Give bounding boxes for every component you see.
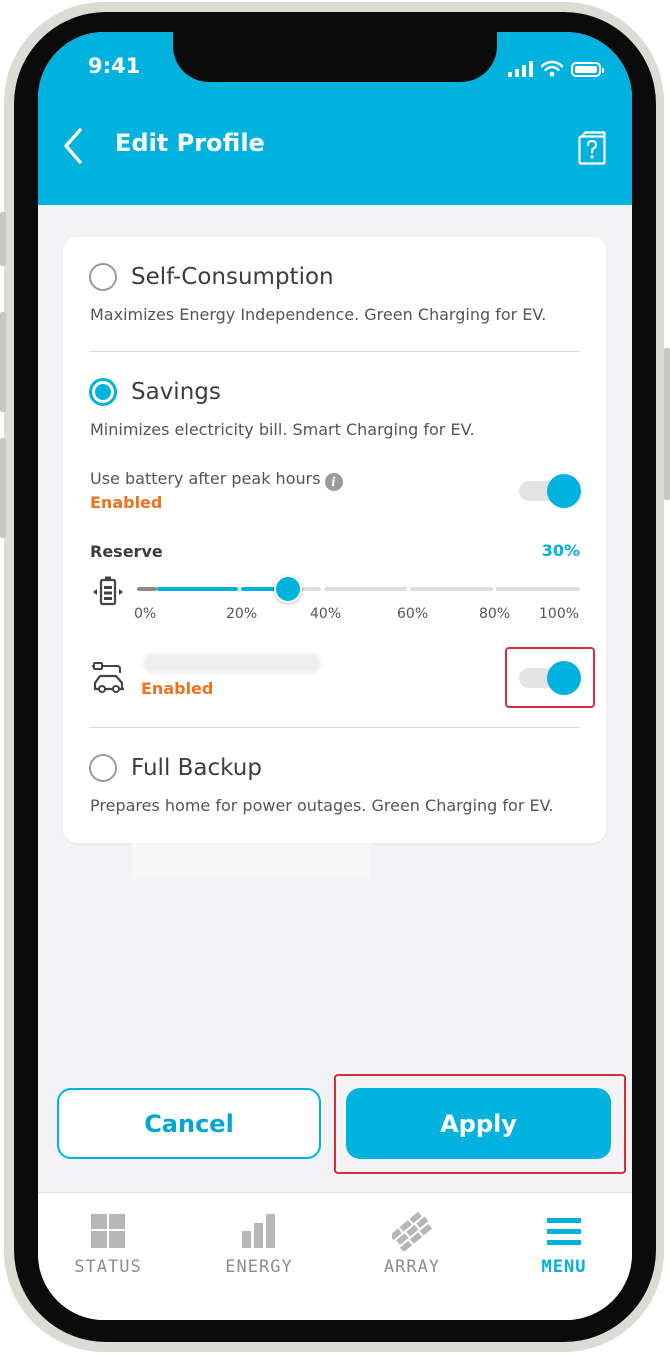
slider-tick: 40% (310, 606, 342, 622)
option-description: Maximizes Energy Independence. Green Cha… (90, 305, 547, 324)
profile-card: Self-Consumption Maximizes Energy Indepe… (63, 237, 606, 843)
battery-after-peak-toggle[interactable] (519, 474, 581, 508)
tab-menu[interactable]: MENU (494, 1193, 632, 1293)
status-icons (508, 60, 604, 77)
ev-charger-toggle[interactable] (519, 661, 581, 695)
app-header: 9:41 Edit Profile (38, 32, 632, 205)
divider (89, 727, 580, 728)
option-title: Full Backup (131, 755, 262, 781)
ev-charger-icon (92, 662, 124, 693)
radio-full-backup[interactable] (89, 754, 117, 782)
wifi-icon (541, 60, 563, 77)
slider-tick: 80% (479, 606, 511, 622)
slider-fill (157, 587, 238, 591)
reserve-slider[interactable] (137, 574, 580, 604)
tab-status[interactable]: STATUS (38, 1193, 178, 1293)
slider-track (496, 587, 580, 591)
toggle-knob (547, 474, 581, 508)
option-savings[interactable]: Savings (89, 378, 221, 406)
power-button (664, 348, 670, 500)
option-title: Savings (131, 379, 221, 405)
volume-up-button (0, 312, 6, 412)
solar-array-icon (392, 1211, 432, 1251)
option-full-backup[interactable]: Full Backup (89, 754, 262, 782)
tab-label: STATUS (74, 1257, 142, 1277)
slider-tick: 100% (539, 606, 580, 622)
tab-label: MENU (541, 1257, 587, 1277)
bottom-tab-bar: STATUS ENERGY ARRAY MENU (38, 1192, 632, 1320)
battery-icon (571, 62, 604, 77)
mute-switch (0, 212, 6, 266)
battery-after-peak-status: Enabled (90, 493, 163, 512)
slider-track (324, 587, 407, 591)
bar-chart-icon (242, 1214, 275, 1248)
app-screen: 9:41 Edit Profile Self-Consumption Maxim… (38, 32, 632, 1320)
info-icon[interactable]: i (324, 473, 343, 491)
tab-array[interactable]: ARRAY (342, 1193, 482, 1293)
divider (89, 351, 580, 352)
slider-thumb[interactable] (274, 575, 302, 603)
cellular-signal-icon (508, 61, 533, 77)
apply-button[interactable]: Apply (346, 1088, 611, 1159)
radio-self-consumption[interactable] (89, 263, 117, 291)
slider-tick: 0% (134, 606, 157, 622)
option-self-consumption[interactable]: Self-Consumption (89, 263, 334, 291)
card-shadow-area (132, 843, 370, 879)
slider-tick: 20% (226, 606, 258, 622)
slider-tick: 60% (397, 606, 429, 622)
reserve-value: 30% (541, 541, 580, 560)
page-title: Edit Profile (115, 129, 265, 157)
radio-savings[interactable] (89, 378, 117, 406)
ev-charger-status: Enabled (141, 679, 214, 698)
battery-after-peak-label: Use battery after peak hours i (90, 469, 343, 491)
cancel-button[interactable]: Cancel (57, 1088, 321, 1159)
tab-label: ENERGY (225, 1257, 293, 1277)
status-time: 9:41 (88, 54, 141, 78)
grid-icon (91, 1214, 125, 1248)
slider-track (410, 587, 493, 591)
back-chevron-icon[interactable] (60, 126, 88, 166)
hamburger-menu-icon (547, 1218, 581, 1245)
reserve-label: Reserve (90, 542, 163, 561)
volume-down-button (0, 438, 6, 538)
option-title: Self-Consumption (131, 264, 334, 290)
ev-charger-name-redacted (143, 653, 321, 673)
option-description: Prepares home for power outages. Green C… (90, 796, 554, 815)
toggle-knob (547, 661, 581, 695)
option-description: Minimizes electricity bill. Smart Chargi… (90, 420, 475, 439)
help-guide-icon[interactable] (577, 130, 607, 166)
battery-after-peak-text: Use battery after peak hours (90, 469, 321, 488)
notch (173, 32, 497, 82)
slider-reserve-floor (137, 587, 157, 591)
tab-energy[interactable]: ENERGY (189, 1193, 329, 1293)
battery-reserve-icon (93, 576, 123, 606)
tab-label: ARRAY (383, 1257, 441, 1277)
